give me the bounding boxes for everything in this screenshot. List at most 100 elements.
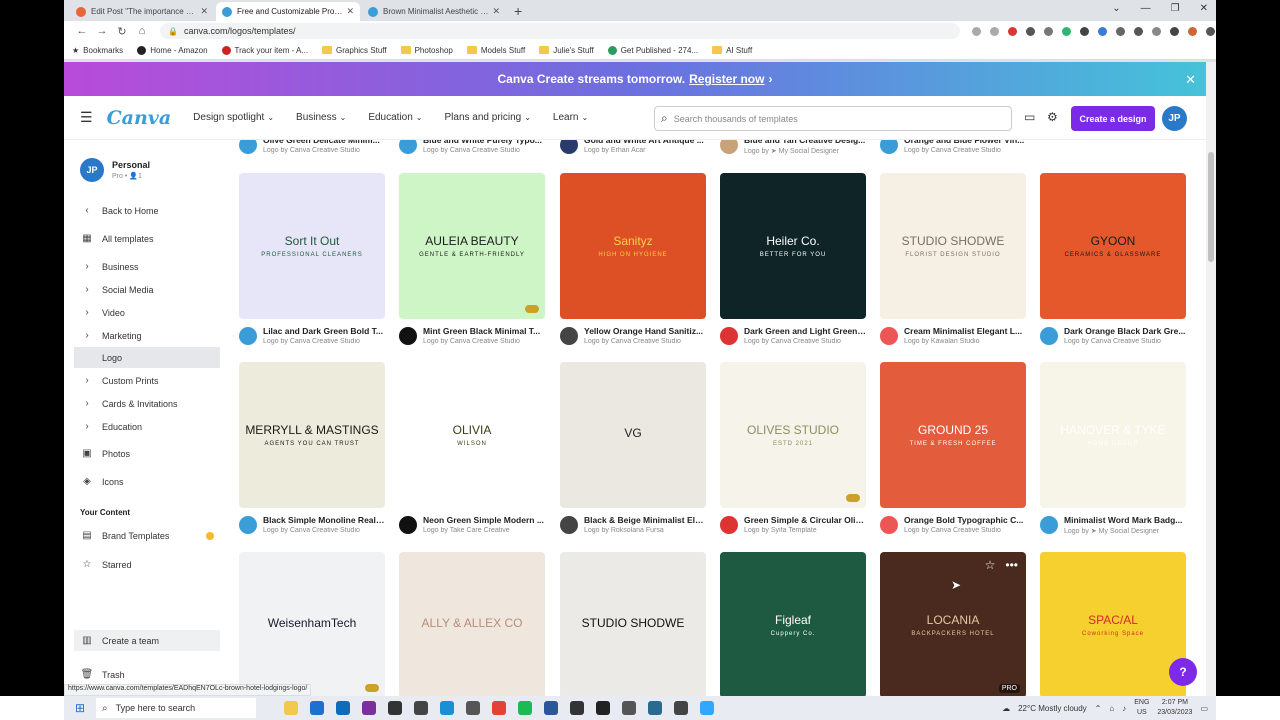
template-thumbnail[interactable]: WeisenhamTech	[239, 552, 385, 696]
sidebar-item-all-templates[interactable]: ▦ All templates	[74, 228, 220, 249]
template-search-input[interactable]: ⌕ Search thousands of templates	[654, 106, 1012, 131]
template-card[interactable]: HANOVER & TYKE HOME DECOR Minimalist Word …	[1040, 362, 1186, 542]
template-card[interactable]: LOCANIA BACKPACKERS HOTEL PRO ☆ •••	[880, 552, 1026, 696]
creator-avatar[interactable]	[720, 516, 738, 534]
template-card[interactable]: Gold and White Art Antique ... Logo by Er…	[560, 140, 706, 162]
creator-avatar[interactable]	[560, 327, 578, 345]
sidebar-item-business[interactable]: › Business	[74, 256, 220, 277]
creator-avatar[interactable]	[720, 327, 738, 345]
template-card[interactable]: MERRYLL & MASTINGS AGENTS YOU CAN TRUST Bl…	[239, 362, 385, 542]
template-creator[interactable]: Logo by Roksolana Fursa	[584, 527, 706, 534]
sidebar-item-education[interactable]: › Education	[74, 416, 220, 437]
template-title[interactable]: Lilac and Dark Green Bold T...	[263, 326, 385, 336]
onenote-icon[interactable]	[362, 701, 376, 715]
bookmark-folder[interactable]: Graphics Stuff	[322, 46, 387, 55]
creator-avatar[interactable]	[880, 516, 898, 534]
template-card[interactable]: WeisenhamTech	[239, 552, 385, 696]
template-creator[interactable]: Logo by ➤ My Social Designer	[1064, 527, 1186, 535]
bookmark-item[interactable]: Home - Amazon	[137, 45, 208, 55]
app-icon[interactable]	[648, 701, 662, 715]
more-icon[interactable]	[1206, 26, 1215, 36]
chrome-icon[interactable]	[492, 701, 506, 715]
template-card[interactable]: GROUND 25 TIME & FRESH COFFEE Orange Bold …	[880, 362, 1026, 542]
close-icon[interactable]: ✕	[492, 6, 500, 17]
puzzle-icon[interactable]	[1134, 26, 1143, 36]
reload-icon[interactable]: ↻	[112, 25, 132, 38]
sidebar-item-logo[interactable]: Logo	[74, 347, 220, 368]
template-title[interactable]: Orange and Blue Flower Vin...	[904, 140, 1026, 145]
template-card[interactable]: OLIVIA WILSON Neon Green Simple Modern ...…	[399, 362, 545, 542]
creator-avatar[interactable]	[880, 140, 898, 154]
create-design-button[interactable]: Create a design	[1071, 106, 1155, 131]
sidebar-item-video[interactable]: › Video	[74, 302, 220, 323]
template-card[interactable]: Blue and Tan Creative Desig... Logo by ➤ …	[720, 140, 866, 162]
help-button[interactable]: ?	[1169, 658, 1197, 686]
browser-tab-1[interactable]: Edit Post "The importance of sty... ✕	[70, 2, 214, 21]
creator-avatar[interactable]	[399, 140, 417, 154]
template-thumbnail[interactable]: GROUND 25 TIME & FRESH COFFEE	[880, 362, 1026, 508]
template-thumbnail[interactable]: Sort It Out PROFESSIONAL CLEANERS	[239, 173, 385, 319]
template-creator[interactable]: Logo by ➤ My Social Designer	[744, 147, 866, 155]
back-icon[interactable]: ←	[72, 25, 92, 37]
template-title[interactable]: Green Simple & Circular Oliv...	[744, 515, 866, 525]
extension-icon[interactable]	[1044, 26, 1053, 36]
template-title[interactable]: Gold and White Art Antique ...	[584, 140, 706, 145]
creator-avatar[interactable]	[399, 327, 417, 345]
spotify-icon[interactable]	[518, 701, 532, 715]
template-title[interactable]: Mint Green Black Minimal T...	[423, 326, 545, 336]
bookmark-folder[interactable]: Models Stuff	[466, 46, 525, 55]
creator-avatar[interactable]	[399, 516, 417, 534]
close-icon[interactable]: ✕	[200, 6, 208, 17]
taskbar-search[interactable]: ⌕ Type here to search	[96, 698, 256, 718]
template-card[interactable]: Sort It Out PROFESSIONAL CLEANERS Lilac an…	[239, 173, 385, 353]
sidebar-item-starred[interactable]: ☆ Starred	[74, 554, 220, 575]
hamburger-menu-icon[interactable]: ☰	[80, 109, 93, 126]
template-thumbnail[interactable]: ALLY & ALLEX CO	[399, 552, 545, 696]
avatar[interactable]: JP	[1162, 106, 1187, 131]
gear-icon[interactable]: ⚙	[1047, 110, 1058, 124]
template-creator[interactable]: Logo by Canva Creative Studio	[904, 147, 1026, 154]
template-thumbnail[interactable]: OLIVES STUDIO ESTD 2021	[720, 362, 866, 508]
template-card[interactable]: STUDIO SHODWE FLORIST DESIGN STUDIO Cream …	[880, 173, 1026, 353]
sidebar-item-custom-prints[interactable]: › Custom Prints	[74, 370, 220, 391]
sidebar-item-photos[interactable]: ▣ Photos	[74, 443, 220, 464]
template-card[interactable]: SPAC/AL Coworking Space	[1040, 552, 1186, 696]
template-card[interactable]: OLIVES STUDIO ESTD 2021 Green Simple & Cir…	[720, 362, 866, 542]
template-thumbnail[interactable]: Sanityz HIGH ON HYGIENE	[560, 173, 706, 319]
home-icon[interactable]: ⌂	[132, 25, 152, 37]
edge-icon[interactable]	[440, 701, 454, 715]
share-icon[interactable]	[972, 26, 981, 36]
close-window-icon[interactable]: ✕	[1200, 3, 1208, 14]
sidebar-item-icons[interactable]: ◈ Icons	[74, 471, 220, 492]
template-thumbnail[interactable]: STUDIO SHODWE FLORIST DESIGN STUDIO	[880, 173, 1026, 319]
creator-avatar[interactable]	[1040, 516, 1058, 534]
bookmark-item[interactable]: Get Published - 274...	[607, 45, 698, 55]
template-card[interactable]: VG Black & Beige Minimalist Ele... Logo by…	[560, 362, 706, 542]
template-creator[interactable]: Logo by Erhan Acar	[584, 147, 706, 154]
clock[interactable]: 2:07 PM 23/03/2023	[1157, 698, 1192, 718]
bookmark-item[interactable]: ★ Bookmarks	[72, 46, 123, 55]
lightroom-icon[interactable]	[388, 701, 402, 715]
template-thumbnail[interactable]: STUDIO SHODWE	[560, 552, 706, 696]
template-card[interactable]: ALLY & ALLEX CO	[399, 552, 545, 696]
notifications-icon[interactable]: ▭	[1200, 704, 1208, 713]
template-card[interactable]: Sanityz HIGH ON HYGIENE Yellow Orange Hand…	[560, 173, 706, 353]
template-title[interactable]: Minimalist Word Mark Badg...	[1064, 515, 1186, 525]
creator-avatar[interactable]	[720, 140, 738, 154]
template-thumbnail[interactable]: LOCANIA BACKPACKERS HOTEL PRO ☆ •••	[880, 552, 1026, 696]
template-card[interactable]: Blue and White Purely Typo... Logo by Can…	[399, 140, 545, 162]
new-tab-button[interactable]: +	[508, 3, 528, 21]
template-card[interactable]: Heiler Co. BETTER FOR YOU Dark Green and L…	[720, 173, 866, 353]
bookmark-item[interactable]: Track your item - A...	[221, 45, 308, 55]
reading-list-icon[interactable]	[1152, 26, 1161, 36]
template-card[interactable]: Olive Green Delicate Minim... Logo by Can…	[239, 140, 385, 162]
profile-icon[interactable]	[1188, 26, 1197, 36]
app-icon[interactable]	[414, 701, 428, 715]
browser-tab-3[interactable]: Brown Minimalist Aesthetic Life C... ✕	[362, 2, 506, 21]
page-scrollbar[interactable]	[1206, 62, 1216, 696]
nav-education[interactable]: Education ⌄	[368, 112, 422, 123]
windows-start-icon[interactable]: ⊞	[70, 701, 90, 715]
template-creator[interactable]: Logo by Canva Creative Studio	[263, 147, 385, 154]
nav-learn[interactable]: Learn ⌄	[553, 112, 588, 123]
template-card[interactable]: STUDIO SHODWE	[560, 552, 706, 696]
